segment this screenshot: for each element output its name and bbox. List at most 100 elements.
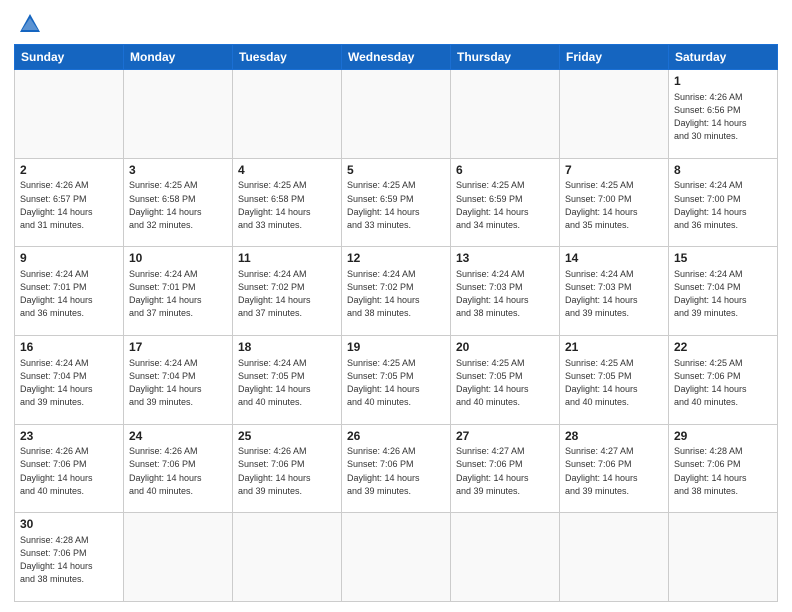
- day-info: Sunrise: 4:26 AM Sunset: 7:06 PM Dayligh…: [238, 445, 336, 497]
- logo-icon: [16, 10, 44, 38]
- day-info: Sunrise: 4:27 AM Sunset: 7:06 PM Dayligh…: [565, 445, 663, 497]
- day-number: 24: [129, 428, 227, 445]
- calendar-cell: 21Sunrise: 4:25 AM Sunset: 7:05 PM Dayli…: [560, 335, 669, 424]
- calendar-cell: 14Sunrise: 4:24 AM Sunset: 7:03 PM Dayli…: [560, 247, 669, 336]
- day-number: 22: [674, 339, 772, 356]
- day-number: 29: [674, 428, 772, 445]
- calendar-cell: [560, 513, 669, 602]
- calendar-cell: 15Sunrise: 4:24 AM Sunset: 7:04 PM Dayli…: [669, 247, 778, 336]
- calendar-cell: 10Sunrise: 4:24 AM Sunset: 7:01 PM Dayli…: [124, 247, 233, 336]
- calendar-cell: 30Sunrise: 4:28 AM Sunset: 7:06 PM Dayli…: [15, 513, 124, 602]
- day-number: 9: [20, 250, 118, 267]
- day-number: 7: [565, 162, 663, 179]
- day-number: 26: [347, 428, 445, 445]
- day-info: Sunrise: 4:24 AM Sunset: 7:01 PM Dayligh…: [20, 268, 118, 320]
- day-number: 30: [20, 516, 118, 533]
- calendar-cell: 24Sunrise: 4:26 AM Sunset: 7:06 PM Dayli…: [124, 424, 233, 513]
- calendar-cell: [233, 70, 342, 159]
- day-info: Sunrise: 4:25 AM Sunset: 7:05 PM Dayligh…: [456, 357, 554, 409]
- day-info: Sunrise: 4:24 AM Sunset: 7:04 PM Dayligh…: [129, 357, 227, 409]
- day-info: Sunrise: 4:25 AM Sunset: 6:59 PM Dayligh…: [456, 179, 554, 231]
- day-info: Sunrise: 4:24 AM Sunset: 7:01 PM Dayligh…: [129, 268, 227, 320]
- weekday-header: Sunday: [15, 45, 124, 70]
- day-number: 18: [238, 339, 336, 356]
- day-info: Sunrise: 4:27 AM Sunset: 7:06 PM Dayligh…: [456, 445, 554, 497]
- day-number: 16: [20, 339, 118, 356]
- day-number: 13: [456, 250, 554, 267]
- day-info: Sunrise: 4:28 AM Sunset: 7:06 PM Dayligh…: [674, 445, 772, 497]
- calendar-cell: [451, 513, 560, 602]
- calendar-cell: 27Sunrise: 4:27 AM Sunset: 7:06 PM Dayli…: [451, 424, 560, 513]
- calendar-cell: 7Sunrise: 4:25 AM Sunset: 7:00 PM Daylig…: [560, 158, 669, 247]
- calendar-cell: 23Sunrise: 4:26 AM Sunset: 7:06 PM Dayli…: [15, 424, 124, 513]
- day-number: 20: [456, 339, 554, 356]
- weekday-header: Tuesday: [233, 45, 342, 70]
- day-info: Sunrise: 4:25 AM Sunset: 7:06 PM Dayligh…: [674, 357, 772, 409]
- day-number: 8: [674, 162, 772, 179]
- calendar-cell: 19Sunrise: 4:25 AM Sunset: 7:05 PM Dayli…: [342, 335, 451, 424]
- day-number: 12: [347, 250, 445, 267]
- calendar-cell: 20Sunrise: 4:25 AM Sunset: 7:05 PM Dayli…: [451, 335, 560, 424]
- day-info: Sunrise: 4:25 AM Sunset: 6:59 PM Dayligh…: [347, 179, 445, 231]
- day-info: Sunrise: 4:24 AM Sunset: 7:02 PM Dayligh…: [238, 268, 336, 320]
- day-info: Sunrise: 4:25 AM Sunset: 6:58 PM Dayligh…: [238, 179, 336, 231]
- day-info: Sunrise: 4:26 AM Sunset: 7:06 PM Dayligh…: [129, 445, 227, 497]
- day-info: Sunrise: 4:24 AM Sunset: 7:03 PM Dayligh…: [456, 268, 554, 320]
- day-info: Sunrise: 4:26 AM Sunset: 7:06 PM Dayligh…: [347, 445, 445, 497]
- day-number: 3: [129, 162, 227, 179]
- calendar-cell: 26Sunrise: 4:26 AM Sunset: 7:06 PM Dayli…: [342, 424, 451, 513]
- day-info: Sunrise: 4:25 AM Sunset: 7:00 PM Dayligh…: [565, 179, 663, 231]
- calendar-cell: 28Sunrise: 4:27 AM Sunset: 7:06 PM Dayli…: [560, 424, 669, 513]
- day-number: 15: [674, 250, 772, 267]
- day-number: 21: [565, 339, 663, 356]
- calendar-cell: [342, 70, 451, 159]
- day-number: 1: [674, 73, 772, 90]
- weekday-header: Thursday: [451, 45, 560, 70]
- day-number: 11: [238, 250, 336, 267]
- day-info: Sunrise: 4:26 AM Sunset: 7:06 PM Dayligh…: [20, 445, 118, 497]
- day-number: 17: [129, 339, 227, 356]
- day-info: Sunrise: 4:26 AM Sunset: 6:56 PM Dayligh…: [674, 91, 772, 143]
- calendar-cell: 4Sunrise: 4:25 AM Sunset: 6:58 PM Daylig…: [233, 158, 342, 247]
- day-info: Sunrise: 4:26 AM Sunset: 6:57 PM Dayligh…: [20, 179, 118, 231]
- weekday-header: Friday: [560, 45, 669, 70]
- day-number: 25: [238, 428, 336, 445]
- day-number: 23: [20, 428, 118, 445]
- day-info: Sunrise: 4:24 AM Sunset: 7:02 PM Dayligh…: [347, 268, 445, 320]
- calendar-cell: [560, 70, 669, 159]
- header: [14, 10, 778, 38]
- weekday-header: Saturday: [669, 45, 778, 70]
- calendar-cell: 8Sunrise: 4:24 AM Sunset: 7:00 PM Daylig…: [669, 158, 778, 247]
- calendar-cell: [124, 70, 233, 159]
- day-number: 4: [238, 162, 336, 179]
- page: SundayMondayTuesdayWednesdayThursdayFrid…: [0, 0, 792, 612]
- calendar-cell: 13Sunrise: 4:24 AM Sunset: 7:03 PM Dayli…: [451, 247, 560, 336]
- calendar-cell: 11Sunrise: 4:24 AM Sunset: 7:02 PM Dayli…: [233, 247, 342, 336]
- day-info: Sunrise: 4:25 AM Sunset: 6:58 PM Dayligh…: [129, 179, 227, 231]
- weekday-header: Wednesday: [342, 45, 451, 70]
- day-number: 10: [129, 250, 227, 267]
- day-number: 6: [456, 162, 554, 179]
- calendar-table: SundayMondayTuesdayWednesdayThursdayFrid…: [14, 44, 778, 602]
- day-number: 27: [456, 428, 554, 445]
- logo: [14, 10, 44, 38]
- calendar-cell: [342, 513, 451, 602]
- day-info: Sunrise: 4:24 AM Sunset: 7:05 PM Dayligh…: [238, 357, 336, 409]
- calendar-cell: [451, 70, 560, 159]
- weekday-header: Monday: [124, 45, 233, 70]
- day-info: Sunrise: 4:24 AM Sunset: 7:04 PM Dayligh…: [20, 357, 118, 409]
- calendar-cell: 29Sunrise: 4:28 AM Sunset: 7:06 PM Dayli…: [669, 424, 778, 513]
- calendar-cell: 25Sunrise: 4:26 AM Sunset: 7:06 PM Dayli…: [233, 424, 342, 513]
- calendar-cell: 9Sunrise: 4:24 AM Sunset: 7:01 PM Daylig…: [15, 247, 124, 336]
- calendar-cell: 17Sunrise: 4:24 AM Sunset: 7:04 PM Dayli…: [124, 335, 233, 424]
- day-info: Sunrise: 4:24 AM Sunset: 7:03 PM Dayligh…: [565, 268, 663, 320]
- calendar-cell: [669, 513, 778, 602]
- day-number: 2: [20, 162, 118, 179]
- calendar-cell: 18Sunrise: 4:24 AM Sunset: 7:05 PM Dayli…: [233, 335, 342, 424]
- calendar-cell: [233, 513, 342, 602]
- calendar-cell: 12Sunrise: 4:24 AM Sunset: 7:02 PM Dayli…: [342, 247, 451, 336]
- calendar-cell: 22Sunrise: 4:25 AM Sunset: 7:06 PM Dayli…: [669, 335, 778, 424]
- calendar-cell: 3Sunrise: 4:25 AM Sunset: 6:58 PM Daylig…: [124, 158, 233, 247]
- day-info: Sunrise: 4:24 AM Sunset: 7:00 PM Dayligh…: [674, 179, 772, 231]
- day-info: Sunrise: 4:24 AM Sunset: 7:04 PM Dayligh…: [674, 268, 772, 320]
